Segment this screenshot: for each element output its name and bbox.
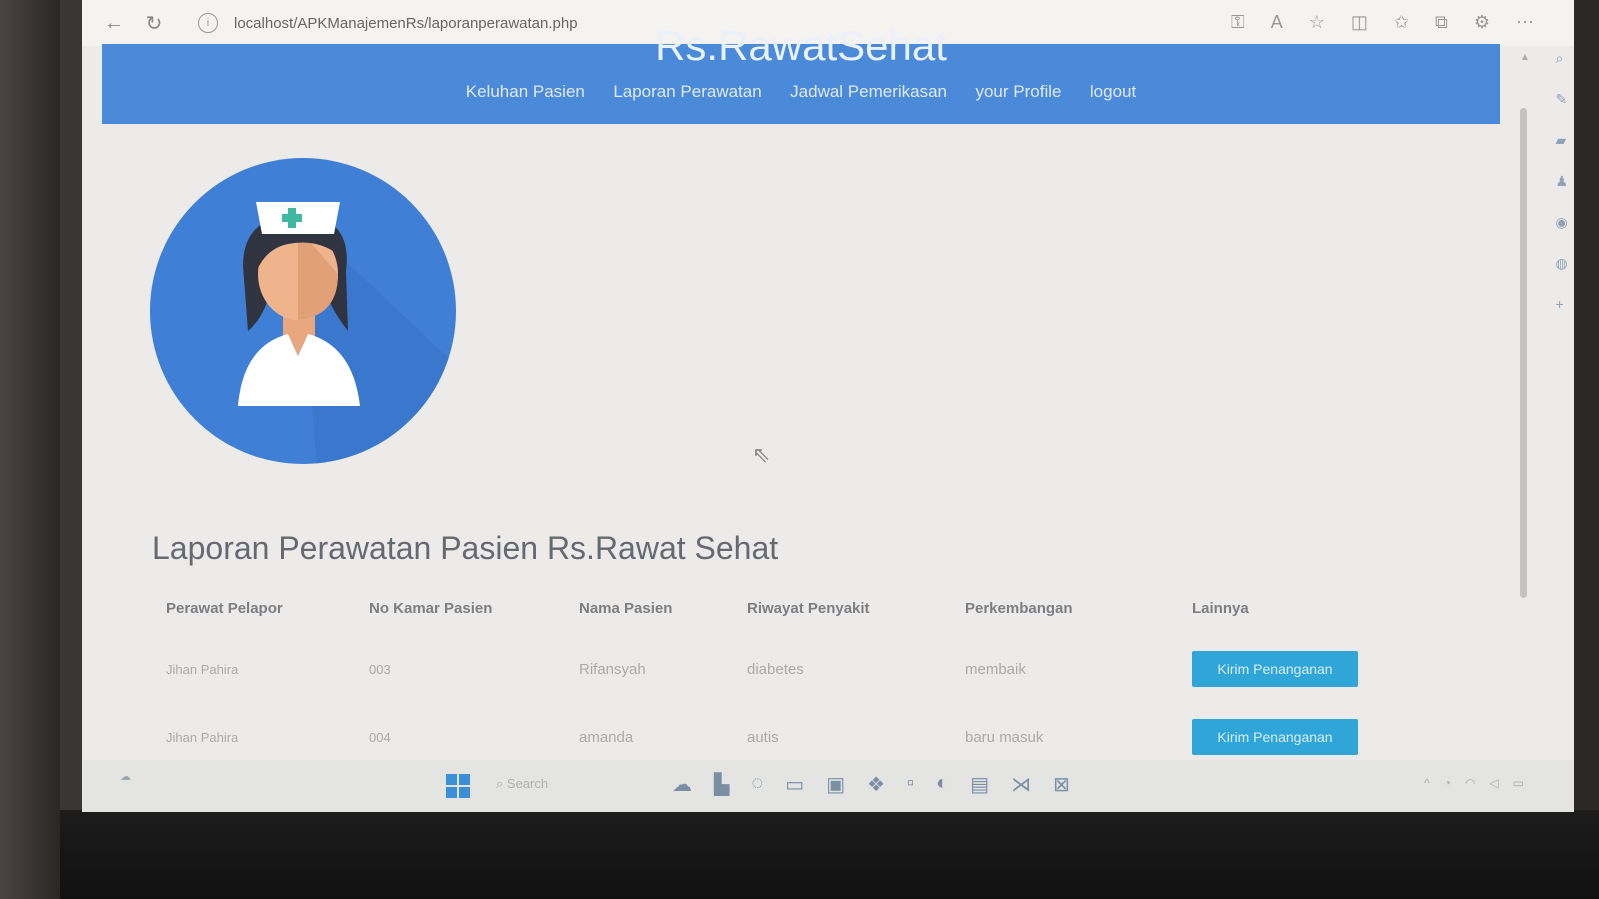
screen: ← ↻ i localhost/APKManajemenRs/laporanpe…: [82, 0, 1574, 812]
taskbar-search[interactable]: ⌕ Search: [496, 776, 548, 792]
globe-icon[interactable]: ◍: [1555, 255, 1568, 272]
report-table: Perawat Pelapor No Kamar Pasien Nama Pas…: [152, 588, 1396, 771]
mouse-cursor-icon: ⇖: [752, 442, 771, 467]
kirim-penanganan-button[interactable]: Kirim Penanganan: [1192, 719, 1358, 755]
file-explorer-icon[interactable]: ▭: [785, 772, 804, 797]
column-header: No Kamar Pasien: [369, 600, 493, 617]
column-header: Perkembangan: [965, 600, 1073, 617]
widget-icon[interactable]: ☁: [672, 772, 692, 797]
weather-widget[interactable]: ☁: [120, 770, 131, 784]
tray-chevron-icon[interactable]: ^: [1424, 776, 1430, 790]
search-placeholder: Search: [506, 776, 549, 791]
site-header: Rs.RawatSehat Keluhan Pasien Laporan Per…: [102, 22, 1500, 124]
browser-sidebar: ⌕ ✎ ▰ ♟ ◉ ◍ +: [1555, 50, 1568, 312]
cell-action: Kirim Penanganan: [1178, 635, 1396, 703]
web-page: Rs.RawatSehat Keluhan Pasien Laporan Per…: [102, 22, 1500, 764]
person-icon[interactable]: ♟: [1555, 173, 1568, 190]
kirim-penanganan-button[interactable]: Kirim Penanganan: [1192, 651, 1358, 687]
briefcase-icon[interactable]: ▰: [1555, 132, 1568, 149]
circle-icon[interactable]: ◉: [1555, 214, 1568, 231]
volume-icon[interactable]: ◁: [1489, 776, 1498, 790]
column-header: Perawat Pelapor: [166, 600, 283, 617]
nurse-illustration-icon: [150, 158, 456, 464]
column-header: Lainnya: [1192, 600, 1249, 617]
pen-icon[interactable]: ✎: [1555, 91, 1568, 108]
chat-icon[interactable]: ◌: [751, 772, 763, 797]
site-brand: Rs.RawatSehat: [655, 22, 947, 69]
terminal-icon[interactable]: ▤: [970, 772, 989, 797]
dropbox-icon[interactable]: ❖: [867, 772, 885, 797]
windows-start-icon[interactable]: [446, 774, 470, 798]
desk-background-right: [1573, 0, 1599, 899]
cell-kamar: 003: [369, 661, 391, 677]
more-menu-icon[interactable]: ⋯: [1516, 12, 1534, 33]
search-icon[interactable]: ⌕: [1555, 50, 1568, 67]
add-icon[interactable]: +: [1555, 296, 1568, 312]
column-header: Riwayat Penyakit: [747, 600, 870, 617]
wifi-icon[interactable]: ◠: [1465, 776, 1475, 790]
monitor-bezel: [60, 810, 1599, 899]
vscode-icon[interactable]: ⋊: [1011, 772, 1031, 797]
nav-logout[interactable]: logout: [1090, 82, 1136, 101]
cell-perkembangan: membaik: [965, 660, 1026, 678]
taskbar-apps: ☁ ▙ ◌ ▭ ▣ ❖ ▫ ◐ ▤ ⋊ ⊠: [672, 772, 1070, 797]
battery-icon[interactable]: ▭: [1513, 776, 1524, 790]
main-nav: Keluhan Pasien Laporan Perawatan Jadwal …: [102, 82, 1500, 102]
system-tray: ^ ◔ ◠ ◁ ▭: [1424, 776, 1524, 790]
taskbar: ☁ ⌕ Search ☁ ▙ ◌ ▭ ▣ ❖ ▫ ◐ ▤ ⋊ ⊠ ^ ◔ ◠ ◁…: [82, 760, 1574, 812]
nav-your-profile[interactable]: your Profile: [975, 82, 1061, 101]
app-icon[interactable]: ▫: [907, 772, 914, 797]
nurse-avatar: [148, 156, 458, 471]
page-title: Laporan Perawatan Pasien Rs.Rawat Sehat: [152, 530, 779, 566]
scrollbar-thumb[interactable]: [1520, 108, 1527, 598]
vertical-scrollbar[interactable]: ▲: [1520, 52, 1530, 772]
cell-riwayat: diabetes: [747, 660, 804, 678]
store-icon[interactable]: ▣: [826, 772, 845, 797]
desk-background-left: [0, 0, 60, 899]
nav-jadwal-pemerikasan[interactable]: Jadwal Pemerikasan: [790, 82, 947, 101]
cell-nama: Rifansyah: [579, 660, 646, 678]
table-header-row: Perawat Pelapor No Kamar Pasien Nama Pas…: [152, 588, 1396, 635]
column-header: Nama Pasien: [579, 600, 673, 617]
xampp-icon[interactable]: ⊠: [1053, 772, 1070, 797]
nav-laporan-perawatan[interactable]: Laporan Perawatan: [613, 82, 761, 101]
task-view-icon[interactable]: ▙: [714, 772, 729, 797]
cell-perawat: Jihan Pahira: [166, 661, 239, 677]
table-row: Jihan Pahira 003 Rifansyah diabetes memb…: [152, 635, 1396, 703]
nav-keluhan-pasien[interactable]: Keluhan Pasien: [466, 82, 585, 101]
network-icon[interactable]: ◔: [1444, 776, 1451, 790]
edge-browser-icon[interactable]: ◐: [936, 772, 948, 797]
scroll-up-icon[interactable]: ▲: [1520, 52, 1530, 63]
